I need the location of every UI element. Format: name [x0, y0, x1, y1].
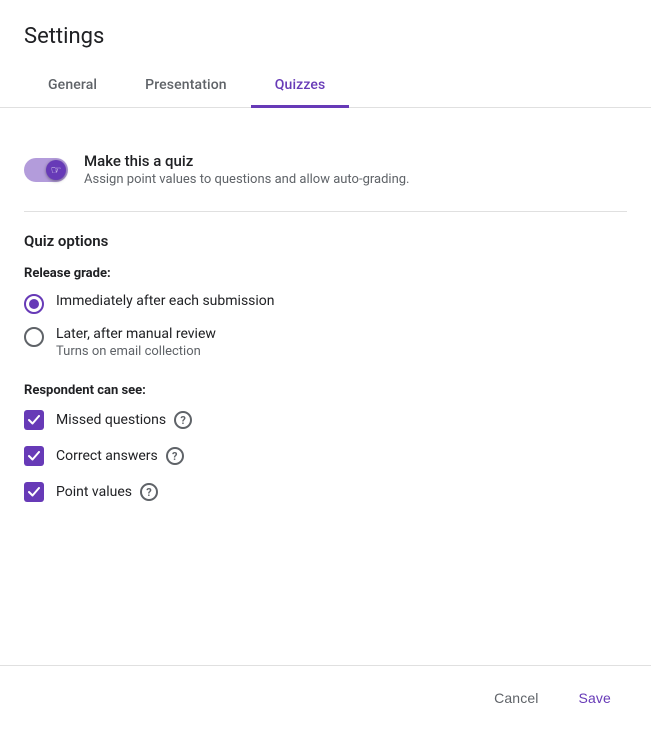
- radio-later-circle: [24, 327, 44, 347]
- dialog-footer: Cancel Save: [0, 665, 651, 730]
- tabs-bar: General Presentation Quizzes: [0, 65, 651, 108]
- quiz-toggle-subtitle: Assign point values to questions and all…: [84, 172, 410, 187]
- settings-content: ☞ Make this a quiz Assign point values t…: [0, 108, 651, 502]
- quiz-options-heading: Quiz options: [24, 232, 627, 250]
- toggle-text: Make this a quiz Assign point values to …: [84, 152, 410, 187]
- quiz-toggle-switch[interactable]: ☞: [24, 158, 68, 182]
- respondent-section: Respondent can see: Missed questions ?: [24, 383, 627, 502]
- radio-immediately-label: Immediately after each submission: [56, 293, 275, 309]
- radio-immediately-inner: [29, 299, 39, 309]
- save-button[interactable]: Save: [563, 682, 627, 714]
- help-points-icon[interactable]: ?: [140, 483, 158, 501]
- radio-immediately-text: Immediately after each submission: [56, 293, 275, 309]
- checkmark-correct-icon: [28, 451, 40, 461]
- checkbox-points[interactable]: Point values ?: [24, 482, 627, 502]
- checkbox-missed-box: [24, 410, 44, 430]
- radio-later-text: Later, after manual review Turns on emai…: [56, 326, 216, 359]
- checkbox-missed-label: Missed questions ?: [56, 411, 192, 429]
- checkmark-points-icon: [28, 487, 40, 497]
- page-title: Settings: [0, 0, 651, 49]
- checkbox-points-box: [24, 482, 44, 502]
- cancel-button[interactable]: Cancel: [478, 682, 554, 714]
- quiz-toggle-title: Make this a quiz: [84, 152, 410, 170]
- help-missed-icon[interactable]: ?: [174, 411, 192, 429]
- radio-later-sublabel: Turns on email collection: [56, 344, 216, 359]
- divider-1: [24, 211, 627, 212]
- help-correct-icon[interactable]: ?: [166, 447, 184, 465]
- radio-immediately-circle: [24, 294, 44, 314]
- tab-quizzes[interactable]: Quizzes: [251, 65, 350, 108]
- checkmark-missed-icon: [28, 415, 40, 425]
- tab-general[interactable]: General: [24, 65, 121, 108]
- respondent-label: Respondent can see:: [24, 383, 627, 398]
- radio-later-label: Later, after manual review: [56, 326, 216, 342]
- toggle-thumb: ☞: [46, 160, 66, 180]
- release-grade-label: Release grade:: [24, 266, 627, 281]
- radio-later[interactable]: Later, after manual review Turns on emai…: [24, 326, 627, 359]
- tab-presentation[interactable]: Presentation: [121, 65, 251, 108]
- checkbox-correct-label: Correct answers ?: [56, 447, 184, 465]
- cursor-icon: ☞: [51, 164, 62, 176]
- quiz-toggle-row[interactable]: ☞ Make this a quiz Assign point values t…: [24, 152, 627, 187]
- checkbox-correct-box: [24, 446, 44, 466]
- respondent-checkboxes: Missed questions ? Correct answers ?: [24, 410, 627, 502]
- checkbox-correct[interactable]: Correct answers ?: [24, 446, 627, 466]
- release-grade-options: Immediately after each submission Later,…: [24, 293, 627, 359]
- radio-immediately[interactable]: Immediately after each submission: [24, 293, 627, 314]
- checkbox-missed[interactable]: Missed questions ?: [24, 410, 627, 430]
- checkbox-points-label: Point values ?: [56, 483, 158, 501]
